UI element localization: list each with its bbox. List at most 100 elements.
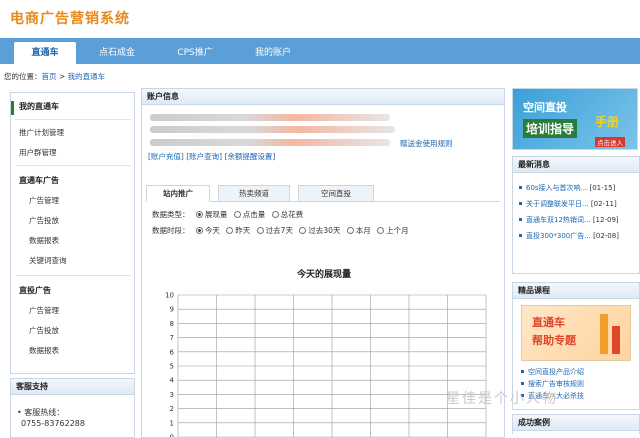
time-filter: 数据时段： 今天 昨天 过去7天 过去30天 本月 上个月 bbox=[152, 225, 409, 236]
type-option[interactable]: 总花费 bbox=[281, 210, 304, 219]
y-tick-label: 4 bbox=[170, 377, 175, 385]
y-tick-label: 8 bbox=[170, 320, 174, 328]
tab-my-account[interactable]: 我的账户 bbox=[242, 42, 304, 64]
support-title: 客服支持 bbox=[11, 379, 134, 395]
account-links[interactable]: [账户充值] [账户查询] [余额提醒设置] bbox=[148, 151, 275, 162]
radio-icon[interactable] bbox=[195, 227, 203, 234]
y-tick-label: 6 bbox=[170, 348, 175, 356]
tab-space[interactable]: 空间直投 bbox=[298, 185, 374, 202]
y-tick-label: 9 bbox=[170, 306, 174, 314]
sidebar-item-keyword[interactable]: 关键词查询 bbox=[29, 255, 67, 266]
course-banner[interactable]: 直通车 帮助专题 bbox=[521, 305, 631, 361]
y-tick-label: 0 bbox=[170, 434, 174, 438]
sidebar-group-direct: 直投广告 bbox=[19, 286, 51, 295]
sidebar-item-report-2[interactable]: 数据报表 bbox=[29, 345, 59, 356]
tab-hot[interactable]: 热卖频道 bbox=[218, 185, 290, 202]
news-item[interactable]: 关于调整联发平日... [02-11] bbox=[519, 199, 617, 209]
sidebar-title[interactable]: 我的直通车 bbox=[19, 101, 59, 112]
sidebar: 我的直通车 推广计划管理 用户群管理 直通车广告 广告管理 广告投放 数据报表 … bbox=[10, 92, 135, 374]
radio-icon[interactable] bbox=[346, 227, 354, 234]
course-banner-line1: 直通车 bbox=[532, 316, 565, 329]
sidebar-item-ad-delivery[interactable]: 广告投放 bbox=[29, 215, 59, 226]
promo-line3: 手册 bbox=[595, 115, 620, 129]
account-title: 账户信息 bbox=[142, 89, 504, 105]
time-option[interactable]: 上个月 bbox=[386, 226, 409, 235]
radio-icon[interactable] bbox=[233, 211, 241, 218]
bar-chart-icon bbox=[600, 314, 608, 354]
bullet-icon bbox=[519, 218, 522, 221]
news-item[interactable]: 直通车双12热销词... [12-09] bbox=[519, 215, 619, 225]
radio-icon[interactable] bbox=[377, 227, 385, 234]
app-title: 电商广告营销系统 bbox=[10, 11, 130, 27]
radio-icon[interactable] bbox=[226, 227, 234, 234]
y-tick-label: 2 bbox=[170, 405, 174, 413]
type-option[interactable]: 点击量 bbox=[243, 210, 266, 219]
type-option[interactable]: 展现量 bbox=[205, 210, 228, 219]
radio-icon[interactable] bbox=[256, 227, 264, 234]
breadcrumb: 您的位置：首页 > 我的直通车 bbox=[4, 71, 105, 82]
bullet-icon bbox=[521, 370, 524, 373]
blurred-account-line bbox=[150, 126, 395, 133]
type-filter: 数据类型： 展现量 点击量 总花费 bbox=[152, 209, 303, 220]
breadcrumb-current[interactable]: 我的直通车 bbox=[68, 72, 106, 81]
rules-link[interactable]: 赠送金使用规则 bbox=[400, 138, 453, 149]
tab-dianshichengjin[interactable]: 点石成金 bbox=[86, 42, 148, 64]
radio-icon[interactable] bbox=[299, 227, 307, 234]
type-label: 数据类型： bbox=[152, 210, 190, 219]
impressions-chart: 今天的展现量 0 1 2 3 4 5 6 7 8 9 10 bbox=[165, 268, 487, 438]
news-panel: 最新消息 60s接入与首次响... [01-15] 关于调整联发平日... [0… bbox=[512, 156, 640, 274]
time-option[interactable]: 昨天 bbox=[235, 226, 250, 235]
course-item[interactable]: 空间直投产品介绍 bbox=[521, 367, 584, 377]
time-option[interactable]: 今天 bbox=[205, 226, 220, 235]
bullet-icon bbox=[519, 202, 522, 205]
tab-onsite[interactable]: 站内推广 bbox=[146, 185, 210, 202]
time-option[interactable]: 本月 bbox=[356, 226, 371, 235]
promo-line1: 空间直投 bbox=[523, 101, 567, 114]
hotline-number: 0755-83762288 bbox=[21, 419, 85, 428]
blurred-account-line bbox=[150, 139, 390, 146]
news-item[interactable]: 60s接入与首次响... [01-15] bbox=[519, 183, 615, 193]
sidebar-accent bbox=[11, 101, 14, 115]
course-banner-line2: 帮助专题 bbox=[532, 334, 576, 347]
y-tick-label: 7 bbox=[170, 334, 174, 342]
radio-icon[interactable] bbox=[195, 211, 203, 218]
breadcrumb-home[interactable]: 首页 bbox=[42, 72, 57, 81]
divider bbox=[15, 275, 131, 276]
y-tick-label: 3 bbox=[170, 391, 174, 399]
radio-icon[interactable] bbox=[271, 211, 279, 218]
tab-cps[interactable]: CPS推广 bbox=[164, 42, 226, 64]
divider bbox=[15, 165, 131, 166]
sidebar-item-report[interactable]: 数据报表 bbox=[29, 235, 59, 246]
bar-chart-icon bbox=[612, 326, 620, 354]
sidebar-item-ad-manage-2[interactable]: 广告管理 bbox=[29, 305, 59, 316]
time-option[interactable]: 过去30天 bbox=[308, 226, 340, 235]
y-tick-label: 1 bbox=[170, 419, 174, 427]
promo-banner[interactable]: 空间直投 培训指导 手册 点击进入 bbox=[512, 88, 638, 150]
breadcrumb-sep: > bbox=[58, 72, 66, 81]
time-option[interactable]: 过去7天 bbox=[266, 226, 293, 235]
sidebar-item-ad-delivery-2[interactable]: 广告投放 bbox=[29, 325, 59, 336]
stats-tabs: 站内推广 热卖频道 空间直投 bbox=[146, 185, 500, 202]
sidebar-item-plan[interactable]: 推广计划管理 bbox=[19, 127, 64, 138]
bullet-icon bbox=[519, 186, 522, 189]
chart-title: 今天的展现量 bbox=[296, 268, 351, 280]
news-item[interactable]: 直投300*300广告... [02-08] bbox=[519, 231, 619, 241]
course-title: 精品课程 bbox=[513, 283, 639, 299]
sidebar-item-usergroup[interactable]: 用户群管理 bbox=[19, 147, 57, 158]
tab-zhitongche[interactable]: 直通车 bbox=[14, 42, 76, 64]
promo-cta[interactable]: 点击进入 bbox=[595, 137, 625, 147]
blurred-account-line bbox=[150, 114, 390, 121]
hotline-label: • 客服热线： bbox=[17, 408, 65, 417]
main-nav: 直通车 点石成金 CPS推广 我的账户 bbox=[0, 38, 640, 64]
promo-line2: 培训指导 bbox=[523, 119, 578, 138]
cases-panel: 成功案例 bbox=[512, 414, 640, 434]
time-label: 数据时段： bbox=[152, 226, 190, 235]
cases-title: 成功案例 bbox=[513, 415, 639, 431]
watermark: 星佳是个小人物 bbox=[446, 391, 558, 407]
sidebar-group-ztc: 直通车广告 bbox=[19, 176, 59, 185]
sidebar-item-ad-manage[interactable]: 广告管理 bbox=[29, 195, 59, 206]
y-tick-label: 5 bbox=[170, 363, 174, 371]
bullet-icon bbox=[519, 234, 522, 237]
account-panel: 账户信息 赠送金使用规则 [账户充值] [账户查询] [余额提醒设置] 站内推广… bbox=[141, 88, 505, 438]
news-title: 最新消息 bbox=[513, 157, 639, 173]
